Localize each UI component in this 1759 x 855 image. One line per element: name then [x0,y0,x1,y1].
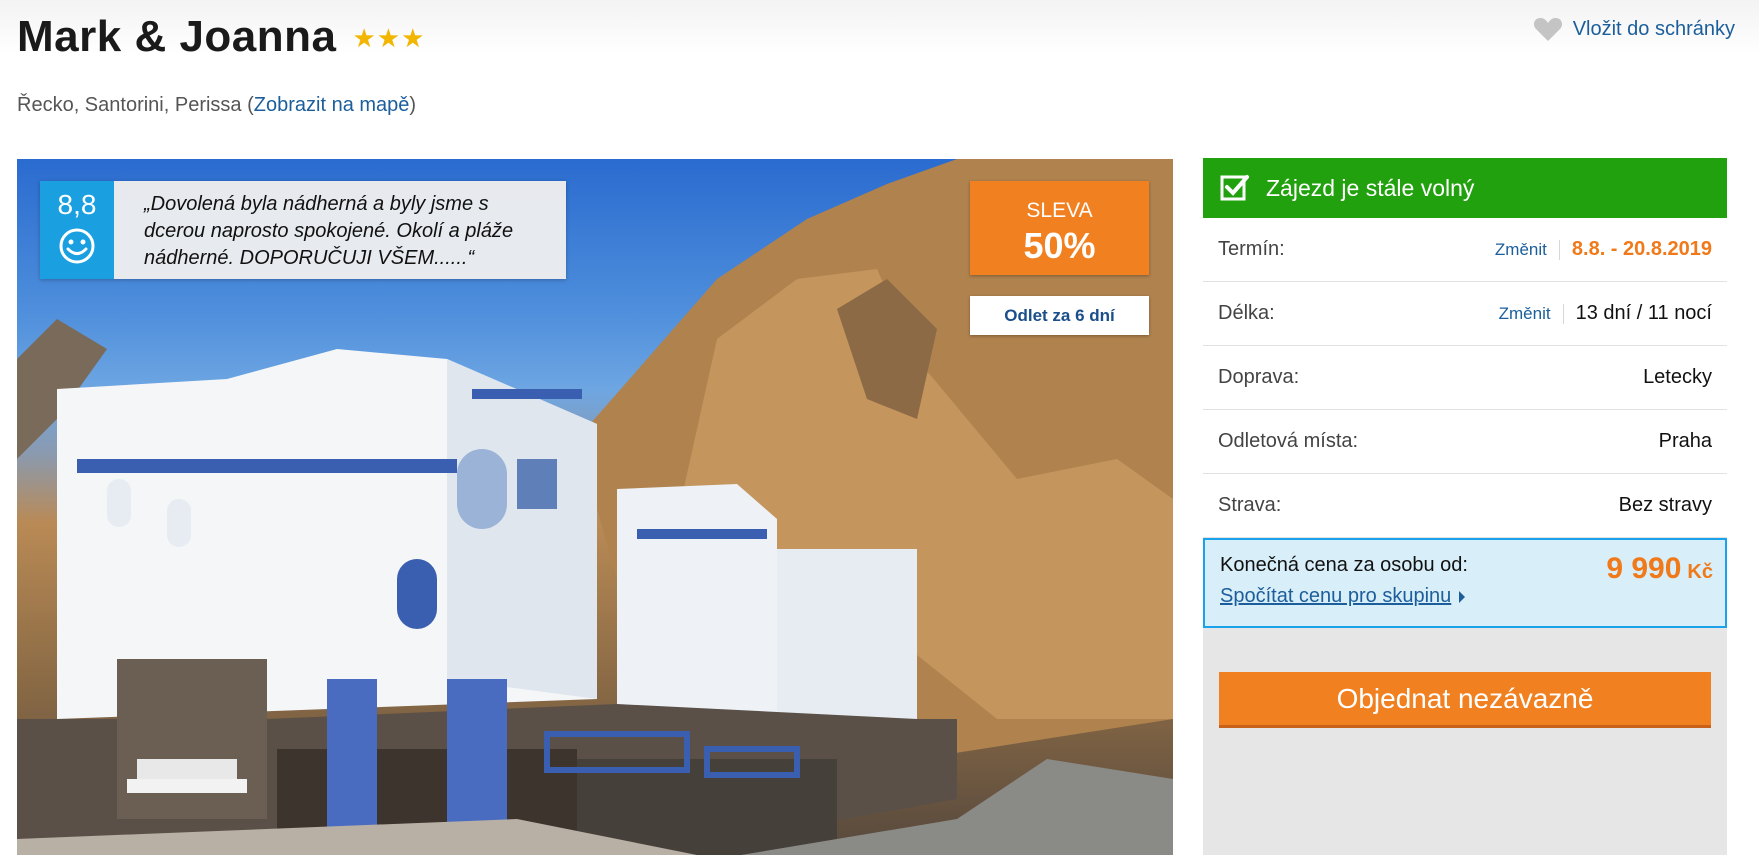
board-label: Strava: [1218,494,1282,516]
term-value: 8.8. - 20.8.2019 [1571,238,1712,260]
availability-bar: Zájezd je stále volný [1203,158,1727,218]
transport-label: Doprava: [1218,366,1300,388]
price-amount: 9 990 [1606,552,1682,585]
departure-places-label: Odletová místa: [1218,430,1359,452]
group-price-label: Spočítat cenu pro skupinu [1220,585,1452,607]
group-price-link[interactable]: Spočítat cenu pro skupinu [1220,585,1466,608]
order-button[interactable]: Objednat nezávazně [1219,672,1711,728]
review-quote: „Dovolená byla nádherná a byly jsme s dc… [114,181,566,279]
price-currency: Kč [1687,561,1713,583]
checkbox-icon [1220,175,1249,201]
price-value: 9 990 Kč [1606,552,1713,586]
heart-icon [1533,18,1562,41]
discount-badge: SLEVA 50% [970,181,1149,275]
location-line: Řecko, Santorini, Perissa (Zobrazit na m… [17,94,416,117]
length-value: 13 dní / 11 nocí [1575,302,1712,324]
change-term-link[interactable]: Změnit [1495,239,1560,260]
location-text: Řecko, Santorini, Perissa [17,94,242,116]
caret-right-icon [1459,590,1466,603]
availability-text: Zájezd je stále volný [1266,174,1475,201]
departure-places-value: Praha [1658,430,1712,452]
change-length-link[interactable]: Změnit [1499,303,1564,324]
paren-open: ( [241,94,254,116]
term-label: Termín: [1218,238,1285,260]
show-on-map-link[interactable]: Zobrazit na mapě [254,94,410,116]
review-box[interactable]: 8,8 „Dovolená byla nádherná a byly jsme … [40,181,566,279]
departure-badge: Odlet za 6 dní [970,296,1149,335]
length-label: Délka: [1218,302,1275,324]
board-value: Bez stravy [1618,494,1712,516]
detail-row-transport: Doprava: Letecky [1203,346,1727,410]
booking-panel: Zájezd je stále volný Termín: Změnit 8.8… [1203,158,1727,855]
detail-row-board: Strava: Bez stravy [1203,474,1727,538]
trip-details: Termín: Změnit 8.8. - 20.8.2019 Délka: Z… [1203,218,1727,538]
detail-row-length: Délka: Změnit 13 dní / 11 nocí [1203,282,1727,346]
discount-value: 50% [1023,225,1096,266]
add-to-favorites-button[interactable]: Vložit do schránky [1533,16,1735,42]
rating-score: 8,8 [57,189,97,220]
discount-label: SLEVA [1026,199,1093,222]
star-rating: ★★★ [352,23,426,53]
add-to-favorites-label: Vložit do schránky [1572,17,1735,40]
detail-row-departure: Odletová místa: Praha [1203,410,1727,474]
detail-row-term: Termín: Změnit 8.8. - 20.8.2019 [1203,218,1727,282]
rating-score-badge: 8,8 [40,181,114,279]
hotel-name: Mark & Joanna [17,12,337,61]
smiley-icon [59,228,95,264]
price-box: Konečná cena za osobu od: 9 990 Kč Spočít… [1203,538,1727,628]
title-row: Mark & Joanna ★★★ [17,12,425,62]
transport-value: Letecky [1643,366,1712,388]
paren-close: ) [409,94,417,116]
